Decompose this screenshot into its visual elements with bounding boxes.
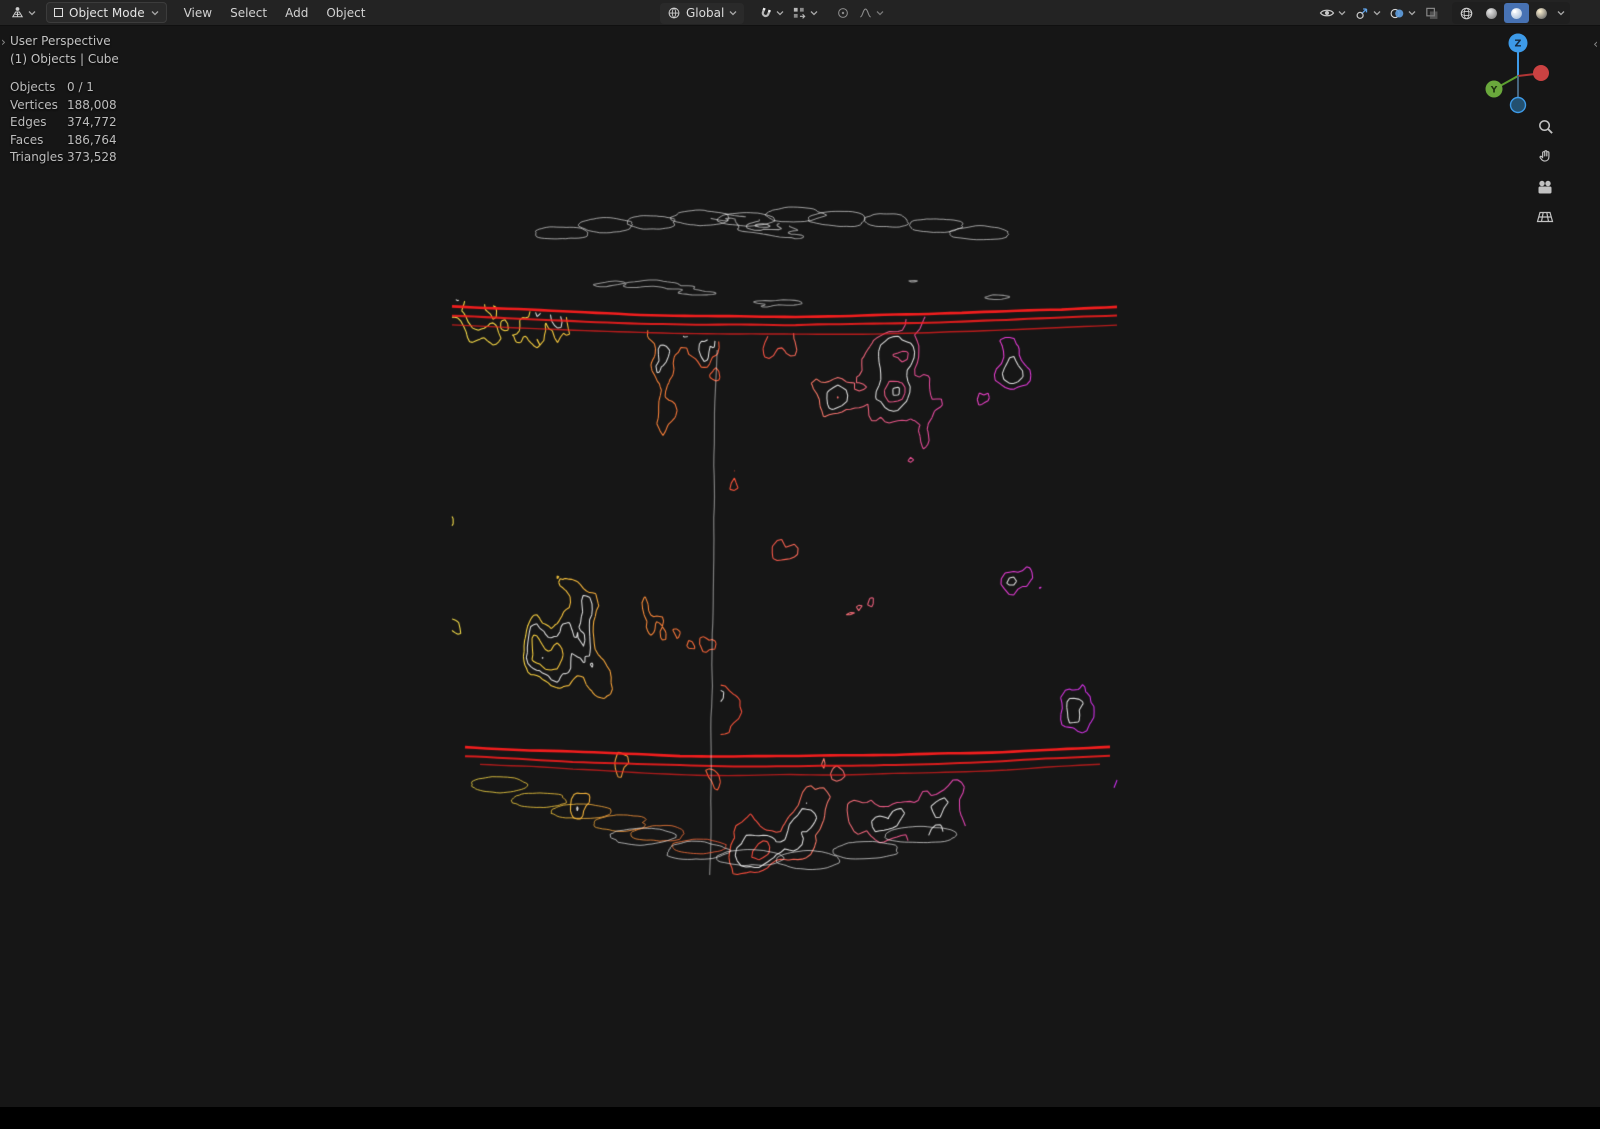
stat-value: 186,764	[67, 132, 117, 150]
zoom-icon	[1537, 118, 1554, 135]
proportional-falloff-dropdown[interactable]	[854, 2, 888, 24]
gizmo-minus-z-axis[interactable]	[1511, 98, 1526, 113]
solid-sphere-icon	[1484, 6, 1499, 21]
object-visibility-dropdown[interactable]	[1315, 2, 1350, 24]
status-bar	[0, 1107, 1600, 1129]
editor-type-icon	[10, 5, 25, 20]
orientation-label: Global	[686, 6, 724, 20]
stat-value: 0 / 1	[67, 79, 117, 97]
overlays-icon	[1389, 6, 1405, 21]
snap-magnet-icon	[756, 3, 775, 22]
rendered-sphere-icon	[1534, 6, 1549, 21]
chevron-down-icon	[1557, 10, 1565, 16]
falloff-curve-icon	[858, 6, 873, 20]
wireframe-sphere-icon	[1459, 6, 1474, 21]
right-region-expand-arrow[interactable]: ‹	[1593, 37, 1598, 51]
viewport-canvas[interactable]	[0, 0, 1600, 1129]
camera-view-button[interactable]	[1532, 174, 1558, 199]
eye-icon	[1319, 6, 1335, 20]
chevron-down-icon	[729, 10, 737, 16]
pan-tool-button[interactable]	[1532, 144, 1558, 169]
shading-wireframe-button[interactable]	[1454, 3, 1479, 23]
stat-label: Vertices	[10, 97, 67, 115]
mode-selector[interactable]: Object Mode	[46, 2, 167, 23]
global-orientation-icon	[667, 6, 681, 20]
xray-icon	[1424, 6, 1440, 21]
stat-value: 373,528	[67, 149, 117, 167]
stat-row-edges: Edges 374,772	[10, 114, 117, 132]
stat-row-vertices: Vertices 188,008	[10, 97, 117, 115]
blender-window: Object Mode View Select Add Object Globa…	[0, 0, 1600, 1129]
viewport-nav-tools	[1532, 114, 1558, 229]
chevron-down-icon	[1338, 10, 1346, 16]
chevron-down-icon	[28, 10, 36, 16]
grid-perspective-icon	[1536, 209, 1554, 225]
stat-row-triangles: Triangles 373,528	[10, 149, 117, 167]
shading-solid-button[interactable]	[1479, 3, 1504, 23]
chevron-down-icon	[776, 10, 784, 16]
stat-label: Edges	[10, 114, 67, 132]
chevron-down-icon	[876, 10, 884, 16]
menu-add[interactable]: Add	[276, 0, 317, 26]
zoom-tool-button[interactable]	[1532, 114, 1558, 139]
stat-row-objects: Objects 0 / 1	[10, 79, 117, 97]
gizmo-icon	[1354, 6, 1370, 21]
stat-value: 188,008	[67, 97, 117, 115]
proportional-editing-icon	[836, 6, 850, 20]
view-perspective-label: User Perspective	[10, 33, 119, 51]
object-mode-icon	[54, 8, 63, 17]
chevron-down-icon	[1373, 10, 1381, 16]
menu-view[interactable]: View	[175, 0, 221, 26]
stat-value: 374,772	[67, 114, 117, 132]
stat-label: Triangles	[10, 149, 67, 167]
collection-object-label: (1) Objects | Cube	[10, 51, 119, 69]
header-right-tools	[1315, 0, 1570, 26]
gizmo-z-label: Z	[1515, 39, 1522, 50]
header-center-tools: Global	[660, 0, 888, 26]
scene-statistics: Objects 0 / 1 Vertices 188,008 Edges 374…	[10, 79, 117, 167]
chevron-down-icon	[1408, 10, 1416, 16]
stat-label: Faces	[10, 132, 67, 150]
stat-row-faces: Faces 186,764	[10, 132, 117, 150]
shading-material-button[interactable]	[1504, 3, 1529, 23]
show-overlays-dropdown[interactable]	[1385, 2, 1420, 24]
toggle-xray-button[interactable]	[1420, 2, 1444, 24]
toggle-perspective-button[interactable]	[1532, 204, 1558, 229]
transform-orientation-dropdown[interactable]: Global	[660, 3, 744, 24]
shading-mode-group	[1452, 2, 1570, 24]
show-gizmos-dropdown[interactable]	[1350, 2, 1385, 24]
left-region-expand-arrow[interactable]: ›	[1, 35, 6, 49]
menu-select[interactable]: Select	[221, 0, 276, 26]
gizmo-y-label: Y	[1490, 86, 1498, 96]
snap-increment-icon	[792, 6, 807, 21]
hand-icon	[1537, 148, 1554, 165]
material-sphere-icon	[1509, 6, 1524, 21]
camera-icon	[1536, 179, 1554, 195]
chevron-down-icon	[151, 10, 159, 16]
gizmo-x-axis[interactable]	[1533, 65, 1549, 81]
menu-object[interactable]: Object	[317, 0, 374, 26]
mode-label: Object Mode	[69, 6, 145, 20]
proportional-editing-toggle[interactable]	[832, 2, 854, 24]
shading-rendered-button[interactable]	[1529, 3, 1554, 23]
stat-label: Objects	[10, 79, 67, 97]
snap-target-dropdown[interactable]	[788, 2, 822, 24]
viewport-header: Object Mode View Select Add Object Globa…	[0, 0, 1600, 26]
editor-type-dropdown[interactable]	[6, 2, 40, 24]
viewport-info-overlay: User Perspective (1) Objects | Cube Obje…	[10, 33, 119, 167]
navigation-gizmo[interactable]: Z Y	[1480, 30, 1558, 118]
snap-toggle-button[interactable]	[754, 2, 788, 24]
chevron-down-icon	[810, 10, 818, 16]
